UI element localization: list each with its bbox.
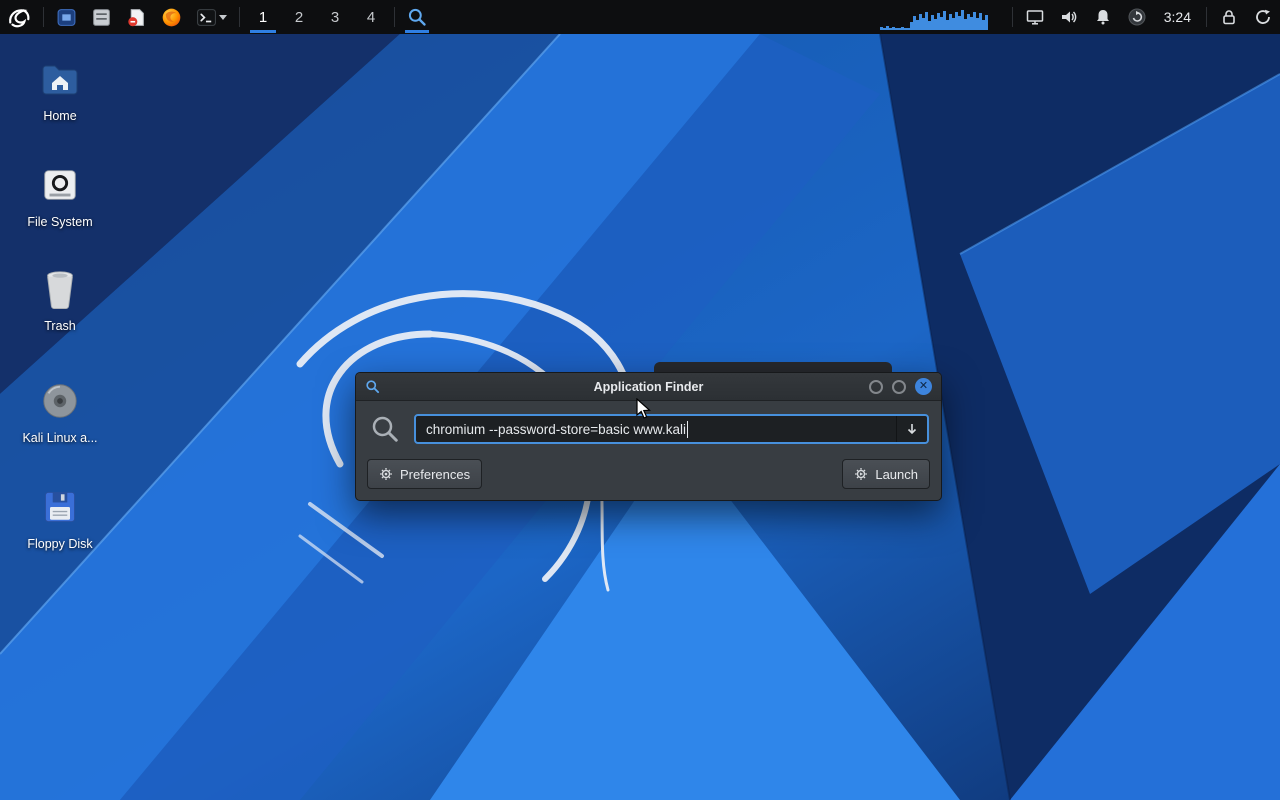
volume-icon <box>1059 7 1079 27</box>
screen-lock-tray[interactable] <box>1212 0 1246 34</box>
session-logout-tray[interactable] <box>1246 0 1280 34</box>
desktop-icon-trash[interactable]: Trash <box>12 266 108 333</box>
minimize-button[interactable] <box>869 380 883 394</box>
dropdown-arrow-icon <box>906 422 918 436</box>
top-panel: 1 2 3 4 <box>0 0 1280 34</box>
lock-icon <box>1219 7 1239 27</box>
launcher-terminal[interactable] <box>189 0 234 34</box>
kali-menu-button[interactable] <box>0 0 38 34</box>
launch-button-label: Launch <box>875 467 918 482</box>
text-caret <box>687 421 688 438</box>
cpu-graph-icon <box>880 4 1000 30</box>
workspace-1[interactable]: 1 <box>245 0 281 34</box>
desktop-icon-label: File System <box>27 215 92 229</box>
updater-icon <box>1127 7 1147 27</box>
firefox-icon <box>161 7 182 28</box>
desktop-icon-label: Kali Linux a... <box>22 431 97 445</box>
close-button[interactable]: ✕ <box>915 378 932 395</box>
gear-icon <box>379 467 393 481</box>
terminal-dropdown-arrow-icon[interactable] <box>219 15 227 20</box>
cpu-frequency-monitor[interactable] <box>873 0 1007 34</box>
display-settings-tray[interactable] <box>1018 0 1052 34</box>
application-finder-window: Application Finder ✕ chromium --password… <box>355 372 942 501</box>
terminal-icon <box>196 7 217 28</box>
run-gear-icon <box>854 467 868 481</box>
bell-icon <box>1093 7 1113 27</box>
updater-tray[interactable] <box>1120 0 1154 34</box>
panel-separator <box>43 7 44 27</box>
taskbar-application-finder[interactable] <box>400 0 434 34</box>
launch-button[interactable]: Launch <box>842 459 930 489</box>
launcher-text-editor[interactable] <box>119 0 154 34</box>
file-manager-icon <box>91 7 112 28</box>
desktop-icon-home[interactable]: Home <box>12 56 108 123</box>
panel-separator <box>1012 7 1013 27</box>
desktop-icon-label: Trash <box>44 319 76 333</box>
search-input[interactable]: chromium --password-store=basic www.kali <box>414 414 929 444</box>
launcher-window-app[interactable] <box>49 0 84 34</box>
kali-logo-icon <box>7 5 31 29</box>
panel-separator <box>394 7 395 27</box>
search-icon <box>370 414 400 444</box>
logout-icon <box>1253 7 1273 27</box>
preferences-button-label: Preferences <box>400 467 470 482</box>
panel-separator <box>1206 7 1207 27</box>
launcher-file-manager[interactable] <box>84 0 119 34</box>
display-icon <box>1025 7 1045 27</box>
text-editor-icon <box>126 7 147 28</box>
desktop-icon-file-system[interactable]: File System <box>12 162 108 229</box>
workspace-2[interactable]: 2 <box>281 0 317 34</box>
workspace-4[interactable]: 4 <box>353 0 389 34</box>
finder-title: Application Finder <box>356 380 941 394</box>
workspace-4-label: 4 <box>367 9 375 26</box>
clock-label: 3:24 <box>1164 9 1191 25</box>
workspace-3-label: 3 <box>331 9 339 26</box>
cd-disc-icon <box>37 378 83 424</box>
panel-separator <box>239 7 240 27</box>
maximize-button[interactable] <box>892 380 906 394</box>
desktop-icon-floppy[interactable]: Floppy Disk <box>12 484 108 551</box>
close-icon: ✕ <box>919 381 928 392</box>
clock[interactable]: 3:24 <box>1154 0 1201 34</box>
desktop-icon-label: Floppy Disk <box>27 537 92 551</box>
launcher-firefox[interactable] <box>154 0 189 34</box>
mouse-cursor <box>636 398 652 420</box>
floppy-disk-icon <box>37 484 83 530</box>
home-folder-icon <box>37 56 83 102</box>
finder-taskbar-magnifier-icon <box>407 7 427 27</box>
finder-titlebar-magnifier-icon <box>365 379 380 394</box>
workspace-1-label: 1 <box>259 9 267 26</box>
window-app-icon <box>56 7 77 28</box>
preferences-button[interactable]: Preferences <box>367 459 482 489</box>
notifications-tray[interactable] <box>1086 0 1120 34</box>
file-system-drive-icon <box>37 162 83 208</box>
volume-tray[interactable] <box>1052 0 1086 34</box>
search-input-value: chromium --password-store=basic www.kali <box>416 422 686 437</box>
history-dropdown-button[interactable] <box>896 416 927 442</box>
workspace-3[interactable]: 3 <box>317 0 353 34</box>
desktop-icon-label: Home <box>43 109 76 123</box>
finder-titlebar[interactable]: Application Finder ✕ <box>356 373 941 401</box>
workspace-2-label: 2 <box>295 9 303 26</box>
trash-icon <box>37 266 83 312</box>
desktop-icon-kali-cd[interactable]: Kali Linux a... <box>12 378 108 445</box>
